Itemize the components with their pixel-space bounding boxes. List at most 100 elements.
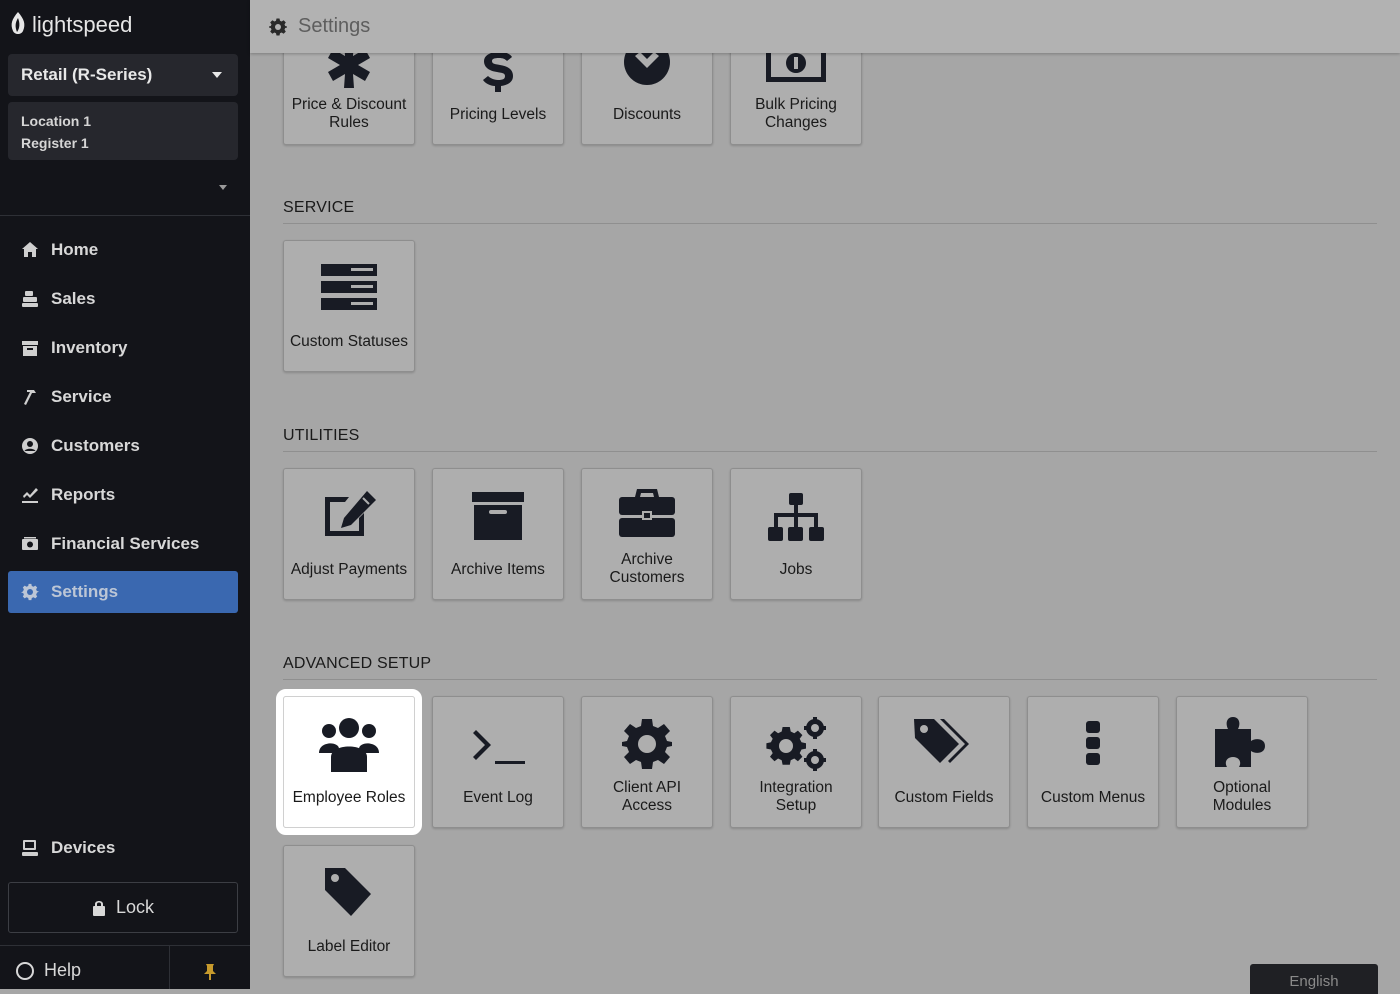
tile-label: Pricing Levels	[449, 106, 547, 123]
user-circle-icon	[22, 438, 38, 454]
tile-label: Archive Items	[451, 561, 545, 578]
account-selector[interactable]: Retail (R-Series)	[8, 54, 238, 96]
tile-label: Jobs	[779, 561, 813, 578]
archive-box-icon	[472, 492, 524, 540]
tile-custom-statuses[interactable]: Custom Statuses	[283, 240, 415, 372]
caret-down-icon	[212, 72, 222, 78]
chart-check-icon	[22, 488, 38, 503]
gear-icon	[21, 583, 39, 601]
tile-archive-customers[interactable]: Archive Customers	[581, 468, 713, 600]
nav-label: Customers	[51, 436, 140, 455]
divider	[283, 451, 1377, 452]
location-label: Location 1	[21, 113, 92, 129]
sidebar: lightspeed Retail (R-Series) Location 1 …	[0, 0, 250, 989]
header-bar: Settings	[250, 0, 1400, 53]
tile-integration-setup[interactable]: Integration Setup	[730, 696, 862, 828]
divider	[169, 946, 170, 989]
money-icon	[22, 537, 38, 550]
tile-label-editor[interactable]: Label Editor	[283, 845, 415, 977]
nav-settings[interactable]: Settings	[8, 571, 238, 613]
lock-icon	[92, 901, 105, 916]
tile-label: Discounts	[612, 106, 682, 123]
nav-label: Devices	[51, 838, 116, 857]
nav-label: Settings	[51, 582, 119, 601]
caret-down-icon[interactable]	[219, 185, 227, 190]
location-register-panel[interactable]: Location 1 Register 1	[8, 102, 238, 160]
tile-custom-fields[interactable]: Custom Fields	[878, 696, 1010, 828]
home-icon	[22, 242, 38, 257]
nav-reports[interactable]: Reports	[8, 474, 238, 516]
section-heading-advanced-setup: ADVANCED SETUP	[283, 655, 432, 672]
tile-label: Optional Modules	[1212, 779, 1272, 814]
tile-label: Custom Menus	[1040, 789, 1146, 806]
nav-label: Sales	[51, 289, 96, 308]
nav-label: Home	[51, 240, 99, 259]
account-label: Retail (R-Series)	[21, 65, 153, 84]
section-heading-utilities: UTILITIES	[283, 427, 360, 444]
tile-custom-menus[interactable]: Custom Menus	[1027, 696, 1159, 828]
nav-devices[interactable]: Devices	[8, 827, 238, 869]
nav-financial-services[interactable]: Financial Services	[8, 523, 238, 565]
help-button[interactable]: Help	[16, 960, 81, 981]
tile-label: Employee Roles	[292, 789, 406, 806]
divider	[283, 679, 1377, 680]
register-icon	[22, 291, 38, 307]
tile-label: Integration Setup	[759, 779, 833, 814]
tile-label: Custom Statuses	[289, 333, 409, 350]
nav-label: Reports	[51, 485, 116, 504]
gear-icon	[269, 18, 287, 35]
tile-optional-modules[interactable]: Optional Modules	[1176, 696, 1308, 828]
briefcase-icon	[619, 489, 675, 537]
monitor-icon	[22, 840, 38, 856]
tile-adjust-payments[interactable]: Adjust Payments	[283, 468, 415, 600]
terminal-icon	[473, 730, 525, 764]
tile-label: Price & Discount Rules	[291, 96, 407, 131]
language-selector[interactable]: English	[1250, 964, 1378, 994]
tile-label: Bulk Pricing Changes	[755, 96, 837, 131]
cogs-icon	[766, 717, 826, 771]
hammer-icon	[24, 390, 36, 405]
nav-label: Service	[51, 387, 112, 406]
brand-name: lightspeed	[32, 12, 133, 37]
users-icon	[319, 718, 379, 772]
tile-label: Client API Access	[612, 779, 682, 814]
tile-label: Archive Customers	[609, 551, 685, 586]
divider	[0, 215, 250, 216]
tile-label: Adjust Payments	[290, 561, 408, 578]
tags-icon	[914, 719, 969, 763]
nav-inventory[interactable]: Inventory	[8, 327, 238, 369]
page-title: Settings	[298, 15, 371, 37]
tile-archive-items[interactable]: Archive Items	[432, 468, 564, 600]
divider	[283, 223, 1377, 224]
lock-button[interactable]: Lock	[8, 882, 238, 933]
tile-event-log[interactable]: Event Log	[432, 696, 564, 828]
ellipsis-vertical-icon	[1086, 721, 1100, 765]
inventory-icon	[22, 341, 38, 356]
lock-label: Lock	[115, 897, 155, 917]
brand-logo[interactable]: lightspeed	[8, 10, 132, 40]
help-circle-icon	[16, 961, 34, 980]
cog-icon	[622, 719, 672, 769]
tag-icon	[325, 868, 371, 916]
nav-service[interactable]: Service	[8, 376, 238, 418]
tile-label: Label Editor	[307, 938, 391, 955]
nav-home[interactable]: Home	[8, 229, 238, 271]
tile-label: Event Log	[463, 789, 533, 806]
help-label: Help	[44, 960, 82, 980]
language-label: English	[1289, 973, 1339, 990]
nav-customers[interactable]: Customers	[8, 425, 238, 467]
pin-icon[interactable]	[203, 963, 217, 981]
section-heading-service: SERVICE	[283, 199, 355, 216]
edit-icon	[325, 491, 376, 536]
tile-label: Custom Fields	[894, 789, 994, 806]
nav-label: Inventory	[51, 338, 128, 357]
tile-employee-roles[interactable]: Employee Roles	[276, 689, 422, 835]
nav-sales[interactable]: Sales	[8, 278, 238, 320]
tile-jobs[interactable]: Jobs	[730, 468, 862, 600]
puzzle-piece-icon	[1215, 717, 1265, 767]
sitemap-icon	[768, 493, 824, 541]
divider	[0, 945, 250, 946]
server-stack-icon	[321, 264, 377, 310]
register-label: Register 1	[21, 135, 89, 151]
tile-client-api-access[interactable]: Client API Access	[581, 696, 713, 828]
